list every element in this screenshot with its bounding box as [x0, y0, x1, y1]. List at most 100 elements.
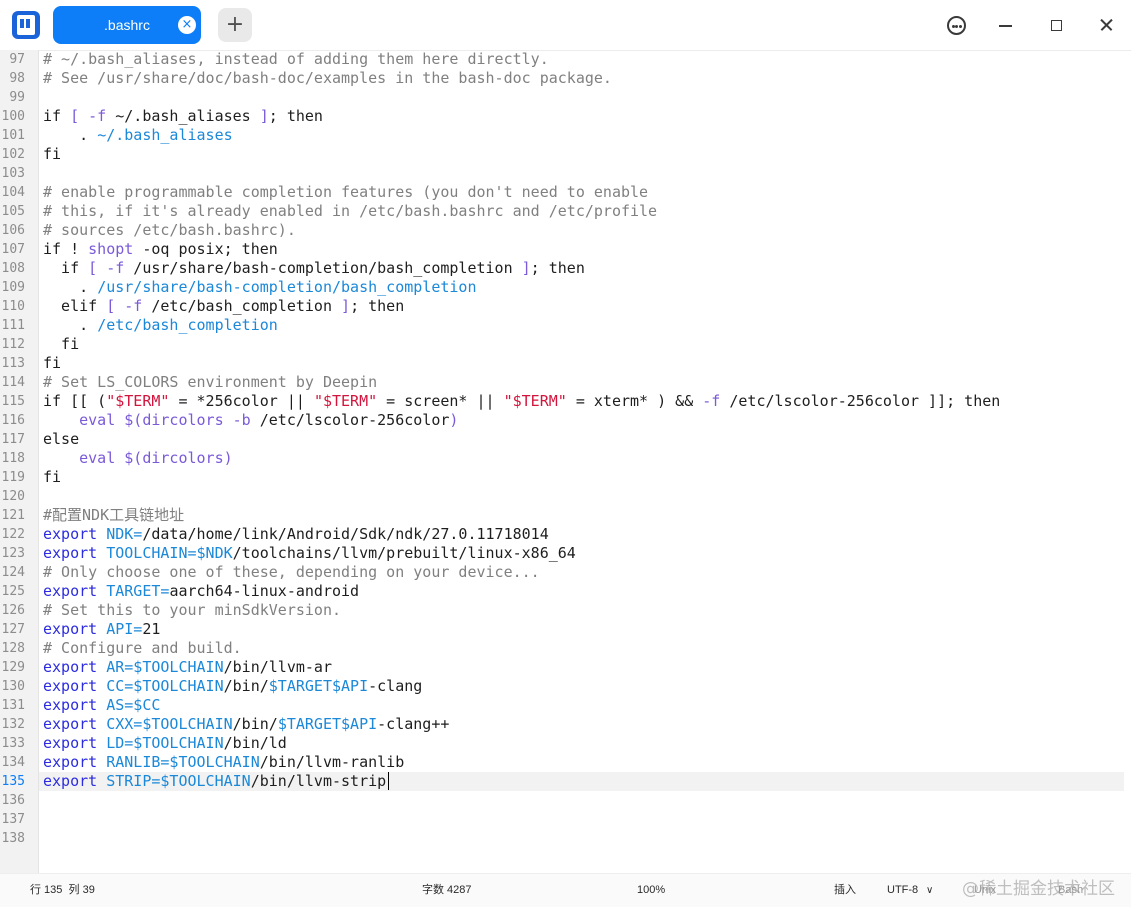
code-line[interactable]: export CC=$TOOLCHAIN/bin/$TARGET$API-cla… [43, 677, 422, 696]
code-line[interactable]: #配置NDK工具链地址 [43, 506, 184, 525]
code-token: API= [106, 620, 143, 638]
code-line[interactable]: fi [43, 145, 61, 164]
editor[interactable]: 97 98 99 100 101 102 103 104 105 106 107 108 109 110 1… [0, 50, 1131, 873]
code-line[interactable]: elif [ -f /etc/bash_completion ]; then [43, 297, 404, 316]
code-line[interactable]: export TOOLCHAIN=$NDK/toolchains/llvm/pr… [43, 544, 576, 563]
line-number: 120 [1, 489, 25, 504]
code-line[interactable]: # this, if it's already enabled in /etc/… [43, 202, 657, 221]
code-token: -oq posix; then [133, 240, 278, 258]
add-tab-icon[interactable]: + [218, 8, 252, 42]
menu-icon[interactable] [936, 5, 976, 45]
code-line[interactable]: if [ -f /usr/share/bash-completion/bash_… [43, 259, 585, 278]
code-line[interactable]: # sources /etc/bash.bashrc). [43, 221, 296, 240]
chevron-down-icon[interactable]: ∨ [926, 874, 933, 907]
code-token: export [43, 582, 98, 600]
code-token: $TARGET$API [277, 715, 378, 733]
code-token: /etc/bash_completion [142, 297, 342, 315]
code-line[interactable]: fi [43, 354, 61, 373]
zoom-level[interactable]: 100% [637, 874, 665, 907]
code-token: -clang [368, 677, 423, 695]
code-line[interactable]: # enable programmable completion feature… [43, 183, 648, 202]
line-number: 138 [1, 831, 25, 846]
code-line[interactable]: . /etc/bash_completion [43, 316, 278, 335]
line-number: 115 [1, 394, 25, 409]
code-line[interactable]: export CXX=$TOOLCHAIN/bin/$TARGET$API-cl… [43, 715, 449, 734]
encoding-select[interactable]: UTF-8 [887, 874, 918, 907]
code-line[interactable]: # Set this to your minSdkVersion. [43, 601, 341, 620]
app-icon[interactable] [12, 11, 40, 39]
code-token: NDK= [106, 525, 143, 543]
code-line[interactable]: . /usr/share/bash-completion/bash_comple… [43, 278, 476, 297]
code-token: . [43, 278, 98, 296]
tab-close-icon[interactable]: × [178, 16, 196, 34]
close-icon[interactable] [1086, 5, 1126, 45]
code-line[interactable]: # Only choose one of these, depending on… [43, 563, 540, 582]
code-token: TARGET= [106, 582, 170, 600]
line-number: 134 [1, 755, 25, 770]
code-token: ~/.bash_aliases [106, 107, 260, 125]
line-number: 118 [1, 451, 25, 466]
code-line[interactable]: fi [43, 468, 61, 487]
code-line[interactable]: export LD=$TOOLCHAIN/bin/ld [43, 734, 287, 753]
code-token: ~/.bash_aliases [97, 126, 233, 144]
code-line[interactable]: export RANLIB=$TOOLCHAIN/bin/llvm-ranlib [43, 753, 404, 772]
code-token: $(dircolors) [124, 449, 233, 467]
code-line[interactable]: # Configure and build. [43, 639, 242, 658]
code-line[interactable]: # Set LS_COLORS environment by Deepin [43, 373, 377, 392]
code-line[interactable]: . ~/.bash_aliases [43, 126, 233, 145]
line-number: 98 [9, 71, 25, 86]
cursor-position: 行 135 列 39 [30, 884, 95, 896]
code-token: # See /usr/share/doc/bash-doc/examples i… [43, 69, 612, 87]
text-caret [388, 772, 389, 790]
code-line[interactable]: # See /usr/share/doc/bash-doc/examples i… [43, 69, 612, 88]
code-line[interactable]: # ~/.bash_aliases, instead of adding the… [43, 50, 549, 69]
tab-bashrc[interactable]: .bashrc × [53, 6, 201, 44]
code-line[interactable]: export STRIP=$TOOLCHAIN/bin/llvm-strip [43, 772, 389, 791]
code-line[interactable]: export NDK=/data/home/link/Android/Sdk/n… [43, 525, 549, 544]
code-token: export [43, 772, 98, 790]
code-token: ) [449, 411, 459, 429]
code-line[interactable]: export AS=$CC [43, 696, 160, 715]
insert-mode[interactable]: 插入 [834, 874, 856, 907]
code-token: # Set this to your minSdkVersion. [43, 601, 342, 619]
code-line[interactable]: if [[ ("$TERM" = *256color || "$TERM" = … [43, 392, 1000, 411]
code-token: AS=$CC [106, 696, 161, 714]
code-token: elif [43, 297, 107, 315]
minimize-icon[interactable] [986, 5, 1026, 45]
code-token: -f [702, 392, 721, 410]
code-line[interactable]: eval $(dircolors) [43, 449, 233, 468]
code-area[interactable]: # ~/.bash_aliases, instead of adding the… [43, 50, 1128, 873]
code-token: /bin/ [223, 677, 269, 695]
code-line[interactable]: if [ -f ~/.bash_aliases ]; then [43, 107, 323, 126]
menu-icon-dot [958, 25, 962, 28]
code-line[interactable]: export API=21 [43, 620, 160, 639]
line-number: 129 [1, 660, 25, 675]
code-token: [ [106, 297, 116, 315]
code-token: [ [70, 107, 80, 125]
code-token: shopt [88, 240, 134, 258]
maximize-icon[interactable] [1036, 5, 1076, 45]
code-token: = screen* || [377, 392, 504, 410]
code-token: CXX=$TOOLCHAIN [106, 715, 233, 733]
line-number: 102 [1, 147, 25, 162]
code-token: if [43, 259, 89, 277]
code-line[interactable]: fi [43, 335, 79, 354]
code-line[interactable]: export TARGET=aarch64-linux-android [43, 582, 359, 601]
maximize-icon-box [1051, 20, 1062, 31]
code-line[interactable]: eval $(dircolors -b /etc/lscolor-256colo… [43, 411, 458, 430]
code-line[interactable]: if ! shopt -oq posix; then [43, 240, 278, 259]
code-token: TOOLCHAIN=$NDK [106, 544, 233, 562]
code-token: CC=$TOOLCHAIN [106, 677, 224, 695]
code-line[interactable]: export AR=$TOOLCHAIN/bin/llvm-ar [43, 658, 332, 677]
code-line[interactable]: else [43, 430, 79, 449]
line-number: 117 [1, 432, 25, 447]
